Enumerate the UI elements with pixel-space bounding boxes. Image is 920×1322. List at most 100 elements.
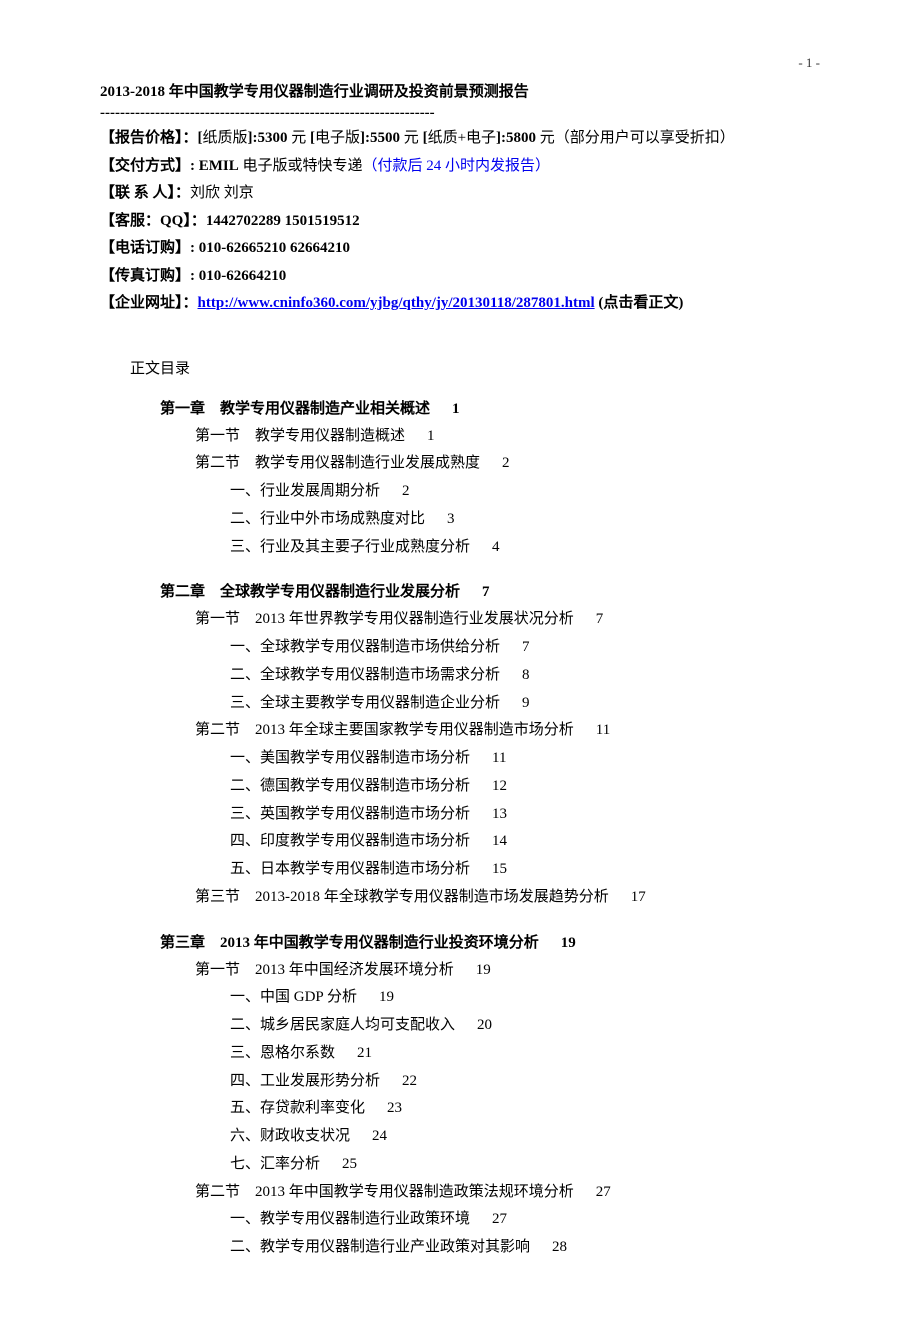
- price-pe: ]:5800: [496, 130, 536, 146]
- url-line: 【企业网址】：http://www.cninfo360.com/yjbg/qth…: [100, 291, 820, 317]
- phone-line: 【电话订购】: 010-62665210 62664210: [100, 236, 820, 262]
- toc-text: 二、德国教学专用仪器制造市场分析: [230, 778, 470, 794]
- toc-item: 四、工业发展形势分析22: [230, 1068, 820, 1096]
- toc-page: 19: [561, 935, 576, 951]
- toc-text: 一、教学专用仪器制造行业政策环境: [230, 1211, 470, 1227]
- toc-page: 2: [402, 483, 410, 499]
- price-e: ]:5500: [360, 130, 400, 146]
- toc-page: 1: [452, 401, 460, 417]
- toc-page: 8: [522, 667, 530, 683]
- toc-page: 11: [596, 722, 610, 738]
- toc-item: 一、中国 GDP 分析19: [230, 984, 820, 1012]
- toc-section: 第一节 2013 年中国经济发展环境分析19: [195, 957, 820, 985]
- toc-text: 三、英国教学专用仪器制造市场分析: [230, 806, 470, 822]
- toc-text: 二、城乡居民家庭人均可支配收入: [230, 1017, 455, 1033]
- toc-item: 四、印度教学专用仪器制造市场分析 14: [230, 828, 820, 856]
- toc-page: 7: [596, 611, 604, 627]
- toc-item: 三、全球主要教学专用仪器制造企业分析 9: [230, 690, 820, 718]
- toc-item: 二、行业中外市场成熟度对比 3: [230, 506, 820, 534]
- toc-page: 7: [522, 639, 530, 655]
- toc-item: 六、财政收支状况 24: [230, 1123, 820, 1151]
- toc-text: 七、汇率分析: [230, 1156, 320, 1172]
- toc-page: 27: [492, 1211, 507, 1227]
- price-e-label: 电子版: [315, 130, 360, 146]
- toc-section: 第二节 2013 年中国教学专用仪器制造政策法规环境分析27: [195, 1179, 820, 1207]
- price-suffix: 元（部分用户可以享受折扣）: [536, 130, 735, 146]
- page-number: - 1 -: [798, 55, 820, 71]
- toc-item: 一、全球教学专用仪器制造市场供给分析 7: [230, 634, 820, 662]
- toc-item: 一、教学专用仪器制造行业政策环境 27: [230, 1206, 820, 1234]
- toc-text: 第三章 2013 年中国教学专用仪器制造行业投资环境分析: [160, 935, 539, 951]
- toc-page: 14: [492, 833, 507, 849]
- toc-item: 三、恩格尔系数 21: [230, 1040, 820, 1068]
- toc-page: 24: [372, 1128, 387, 1144]
- toc-text: 四、印度教学专用仪器制造市场分析: [230, 833, 470, 849]
- toc-page: 1: [427, 428, 435, 444]
- toc-item: 二、教学专用仪器制造行业产业政策对其影响 28: [230, 1234, 820, 1262]
- toc-text: 第二节 2013 年全球主要国家教学专用仪器制造市场分析: [195, 722, 574, 738]
- toc-page: 12: [492, 778, 507, 794]
- toc-section: 第三节 2013-2018 年全球教学专用仪器制造市场发展趋势分析17: [195, 884, 820, 912]
- toc-chapter: 第一章 教学专用仪器制造产业相关概述 1: [160, 396, 820, 423]
- document-page: - 1 - 2013-2018 年中国教学专用仪器制造行业调研及投资前景预测报告…: [0, 0, 920, 1322]
- toc-section: 第二节 教学专用仪器制造行业发展成熟度2: [195, 450, 820, 478]
- toc-section: 第二节 2013 年全球主要国家教学专用仪器制造市场分析 11: [195, 717, 820, 745]
- toc-page: 15: [492, 861, 507, 877]
- toc-text: 第一节 2013 年世界教学专用仪器制造行业发展状况分析: [195, 611, 574, 627]
- toc-page: 4: [492, 539, 500, 555]
- toc-page: 27: [596, 1184, 611, 1200]
- toc-item: 五、日本教学专用仪器制造市场分析15: [230, 856, 820, 884]
- separator-line: ----------------------------------------…: [100, 105, 820, 122]
- yuan-1: 元: [288, 130, 311, 146]
- toc-chapter: 第二章 全球教学专用仪器制造行业发展分析7: [160, 579, 820, 606]
- toc-text: 四、工业发展形势分析: [230, 1073, 380, 1089]
- delivery-text: 电子版或特快专递: [239, 158, 363, 174]
- toc-text: 五、存贷款利率变化: [230, 1100, 365, 1116]
- toc-text: 二、全球教学专用仪器制造市场需求分析: [230, 667, 500, 683]
- toc-page: 25: [342, 1156, 357, 1172]
- website-link[interactable]: http://www.cninfo360.com/yjbg/qthy/jy/20…: [198, 295, 595, 311]
- delivery-line: 【交付方式】: EMIL 电子版或特快专递（付款后 24 小时内发报告）: [100, 154, 820, 180]
- price-paper: ]:5300: [248, 130, 288, 146]
- toc-item: 一、美国教学专用仪器制造市场分析 11: [230, 745, 820, 773]
- contact-label: 【联 系 人】：: [100, 185, 190, 201]
- toc-text: 三、恩格尔系数: [230, 1045, 335, 1061]
- report-title: 2013-2018 年中国教学专用仪器制造行业调研及投资前景预测报告: [100, 80, 820, 101]
- table-of-contents: 第一章 教学专用仪器制造产业相关概述1第一节 教学专用仪器制造概述1第二节 教学…: [100, 396, 820, 1262]
- toc-text: 三、行业及其主要子行业成熟度分析: [230, 539, 470, 555]
- toc-page: 11: [492, 750, 506, 766]
- toc-item: 一、行业发展周期分析 2: [230, 478, 820, 506]
- toc-text: 一、美国教学专用仪器制造市场分析: [230, 750, 470, 766]
- toc-page: 19: [476, 962, 491, 978]
- toc-section: 第一节 教学专用仪器制造概述1: [195, 423, 820, 451]
- toc-page: 9: [522, 695, 530, 711]
- toc-text: 第一章 教学专用仪器制造产业相关概述: [160, 401, 430, 417]
- contact-line: 【联 系 人】：刘欣 刘京: [100, 181, 820, 207]
- toc-text: 一、行业发展周期分析: [230, 483, 380, 499]
- toc-text: 二、行业中外市场成熟度对比: [230, 511, 425, 527]
- toc-page: 21: [357, 1045, 372, 1061]
- price-pe-label: 纸质+电子: [428, 130, 496, 146]
- url-suffix: (点击看正文): [595, 295, 684, 311]
- toc-text: 一、中国 GDP 分析: [230, 989, 357, 1005]
- delivery-note: （付款后 24 小时内发报告）: [363, 158, 551, 174]
- toc-page: 17: [631, 889, 646, 905]
- delivery-label: 【交付方式】: EMIL: [100, 158, 239, 174]
- toc-item: 七、汇率分析 25: [230, 1151, 820, 1179]
- toc-page: 28: [552, 1239, 567, 1255]
- toc-item: 五、存贷款利率变化23: [230, 1095, 820, 1123]
- toc-section: 第一节 2013 年世界教学专用仪器制造行业发展状况分析 7: [195, 606, 820, 634]
- price-line: 【报告价格】：[纸质版]:5300 元 [电子版]:5500 元 [纸质+电子]…: [100, 126, 820, 152]
- toc-page: 13: [492, 806, 507, 822]
- qq-line: 【客服：QQ】：1442702289 1501519512: [100, 209, 820, 235]
- url-label: 【企业网址】：: [100, 295, 198, 311]
- toc-item: 二、城乡居民家庭人均可支配收入20: [230, 1012, 820, 1040]
- toc-text: 二、教学专用仪器制造行业产业政策对其影响: [230, 1239, 530, 1255]
- toc-text: 一、全球教学专用仪器制造市场供给分析: [230, 639, 500, 655]
- price-label: 【报告价格】：[: [100, 130, 203, 146]
- toc-text: 三、全球主要教学专用仪器制造企业分析: [230, 695, 500, 711]
- toc-item: 三、行业及其主要子行业成熟度分析 4: [230, 534, 820, 562]
- toc-page: 3: [447, 511, 455, 527]
- toc-text: 六、财政收支状况: [230, 1128, 350, 1144]
- toc-chapter: 第三章 2013 年中国教学专用仪器制造行业投资环境分析 19: [160, 930, 820, 957]
